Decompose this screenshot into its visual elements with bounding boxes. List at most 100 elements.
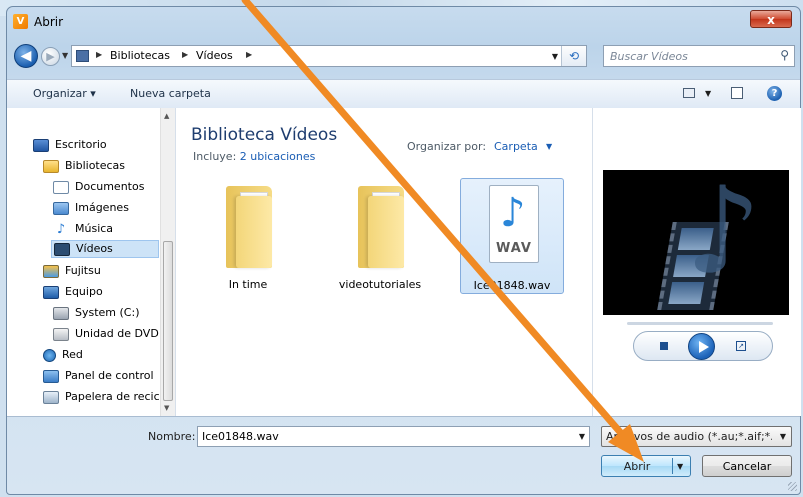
file-name-label: Nombre: (148, 430, 196, 443)
wav-badge: WAV (496, 241, 532, 256)
sidebar-item-label: Equipo (65, 285, 103, 298)
music-note-icon: ♪ (500, 190, 526, 236)
view-options-dropdown-icon[interactable]: ▼ (705, 89, 711, 98)
scrollbar-thumb[interactable] (163, 241, 173, 401)
address-dropdown-icon[interactable]: ▼ (552, 52, 558, 61)
sidebar-item-dvd[interactable]: Unidad de DVD (53, 325, 159, 343)
file-type-select[interactable]: Archivos de audio (*.au;*.aif;*.a ▼ (601, 426, 792, 447)
arrange-by-label: Organizar por: (407, 140, 487, 153)
breadcrumb-separator-icon[interactable]: ▶ (96, 50, 102, 59)
library-location-icon (76, 50, 89, 62)
wav-file-icon: ♪ WAV (489, 185, 539, 263)
resize-grip-icon[interactable] (788, 482, 797, 491)
sidebar-item-escritorio[interactable]: Escritorio (33, 136, 107, 154)
refresh-icon[interactable]: ⟲ (561, 46, 586, 66)
sidebar-item-label: Panel de control (65, 369, 154, 382)
sidebar-item-papelera[interactable]: Papelera de recic (43, 388, 160, 406)
recent-pages-dropdown-icon[interactable]: ▼ (62, 51, 68, 60)
arrange-by-dropdown[interactable]: Carpeta (494, 140, 538, 153)
sidebar-item-label: Bibliotecas (65, 159, 126, 172)
documents-icon (53, 180, 69, 194)
library-icon (43, 159, 59, 173)
file-item-in-time[interactable]: In time (196, 178, 300, 294)
app-icon: V (13, 14, 28, 29)
scroll-up-icon[interactable]: ▲ (164, 112, 169, 120)
music-note-icon: ♪ (685, 170, 762, 301)
file-name-combobox[interactable]: ▼ (197, 426, 590, 447)
new-folder-button[interactable]: Nueva carpeta (130, 87, 211, 100)
media-preview-image: ♪ (603, 170, 789, 315)
control-panel-icon (43, 369, 59, 383)
command-bar: Organizar ▾ Nueva carpeta ▼ ? (7, 79, 800, 109)
close-button[interactable]: x (750, 10, 792, 28)
sidebar-item-bibliotecas[interactable]: Bibliotecas (43, 157, 125, 175)
computer-icon (43, 285, 59, 299)
breadcrumb-separator-icon[interactable]: ▶ (246, 50, 252, 59)
breadcrumb-videos[interactable]: Vídeos (196, 49, 233, 62)
sidebar-item-label: Documentos (75, 180, 145, 193)
navigation-scrollbar[interactable]: ▲ ▼ (160, 108, 175, 416)
sidebar-item-label: Imágenes (75, 201, 129, 214)
back-arrow-icon[interactable]: ◀ (14, 44, 38, 68)
preview-pane: ♪ ↗ (592, 108, 801, 416)
breadcrumb-separator-icon[interactable]: ▶ (182, 50, 188, 59)
pictures-icon (53, 201, 69, 215)
search-box[interactable]: ⚲ (603, 45, 795, 67)
change-view-icon[interactable] (683, 88, 695, 98)
arrange-by-dropdown-icon[interactable]: ▼ (546, 142, 552, 151)
search-icon[interactable]: ⚲ (780, 48, 789, 62)
file-item-videotutoriales[interactable]: videotutoriales (328, 178, 432, 294)
drive-icon (53, 306, 69, 320)
user-icon (43, 264, 59, 278)
preview-pane-icon[interactable] (731, 87, 743, 99)
content-area: Escritorio Bibliotecas Documentos Imágen… (7, 108, 801, 417)
help-icon[interactable]: ? (767, 86, 782, 101)
media-controls: ↗ (633, 331, 773, 361)
locations-link[interactable]: 2 ubicaciones (240, 150, 316, 163)
sidebar-item-videos[interactable]: Vídeos (51, 240, 159, 258)
forward-arrow-icon[interactable]: ▶ (41, 47, 60, 66)
file-type-dropdown-icon[interactable]: ▼ (780, 432, 786, 441)
sidebar-item-musica[interactable]: ♪ Música (53, 220, 113, 238)
open-dialog: V Abrir x ◀ ▶ ▼ ▶ Bibliotecas ▶ Vídeos ▶… (6, 6, 801, 495)
search-input[interactable] (604, 46, 776, 66)
folder-icon (358, 182, 404, 268)
stop-icon[interactable] (660, 342, 668, 350)
seek-bar[interactable] (627, 322, 773, 325)
breadcrumb-bibliotecas[interactable]: Bibliotecas (110, 49, 170, 62)
sidebar-item-equipo[interactable]: Equipo (43, 283, 103, 301)
sidebar-item-label: Red (62, 348, 83, 361)
sidebar-item-red[interactable]: Red (43, 346, 83, 364)
open-options-dropdown-icon[interactable]: ▼ (677, 462, 683, 471)
file-type-value: Archivos de audio (*.au;*.aif;*.a (606, 430, 772, 443)
file-name-dropdown-icon[interactable]: ▼ (579, 432, 585, 441)
file-name-input[interactable] (198, 427, 576, 446)
address-bar[interactable]: ▶ Bibliotecas ▶ Vídeos ▶ ▼ ⟲ (71, 45, 587, 67)
sidebar-item-system-c[interactable]: System (C:) (53, 304, 140, 322)
sidebar-item-label: Vídeos (76, 242, 113, 255)
file-item-ice01848[interactable]: ♪ WAV Ice01848.wav (460, 178, 564, 294)
title-bar[interactable]: V Abrir x (7, 7, 800, 33)
cancel-button[interactable]: Cancelar (702, 455, 792, 477)
desktop-icon (33, 138, 49, 152)
network-icon (43, 348, 56, 362)
window-title: Abrir (34, 15, 64, 29)
sidebar-item-panel-de-control[interactable]: Panel de control (43, 367, 154, 385)
open-button[interactable]: Abrir ▼ (601, 455, 691, 477)
dvd-icon (53, 327, 69, 341)
organize-menu[interactable]: Organizar ▾ (33, 87, 96, 100)
scroll-down-icon[interactable]: ▼ (164, 404, 169, 412)
navigation-pane: Escritorio Bibliotecas Documentos Imágen… (7, 108, 176, 416)
file-list: Biblioteca Vídeos Incluye: 2 ubicaciones… (176, 108, 591, 416)
sidebar-item-label: Escritorio (55, 138, 107, 151)
music-icon: ♪ (56, 221, 66, 237)
sidebar-item-documentos[interactable]: Documentos (53, 178, 144, 196)
sidebar-item-imagenes[interactable]: Imágenes (53, 199, 129, 217)
sidebar-item-label: Papelera de recic (65, 390, 160, 403)
sidebar-item-fujitsu[interactable]: Fujitsu (43, 262, 101, 280)
play-icon[interactable] (688, 333, 715, 360)
library-includes: Incluye: 2 ubicaciones (193, 150, 315, 163)
file-name: videotutoriales (338, 278, 422, 291)
file-name: Ice01848.wav (473, 279, 551, 292)
expand-icon[interactable]: ↗ (736, 341, 746, 351)
